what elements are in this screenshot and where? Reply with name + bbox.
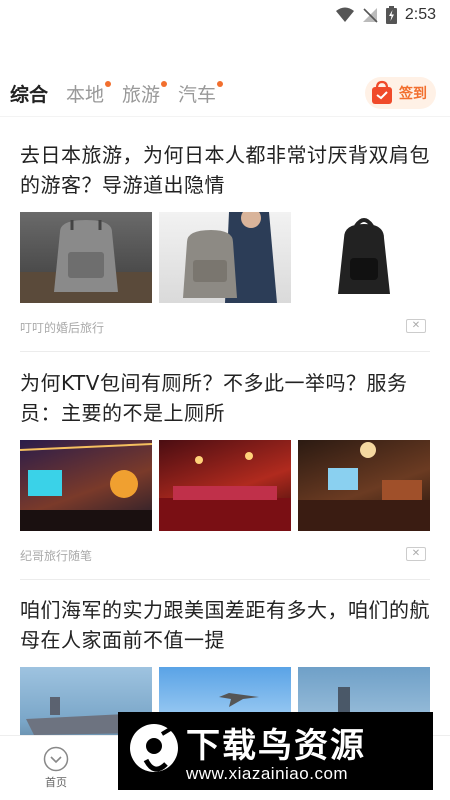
wifi-icon: [335, 7, 354, 22]
watermark-brand: 下载鸟资源: [186, 726, 366, 766]
watermark-url: www.xiazainiao.com: [186, 764, 349, 783]
gift-bag-icon: [372, 80, 392, 104]
dismiss-icon[interactable]: ✕: [406, 319, 426, 333]
news-item[interactable]: 去日本旅游，为何日本人都非常讨厌背双肩包的游客？导游道出隐情 叮叮的婚后旅行 ✕: [20, 140, 430, 335]
news-title[interactable]: 去日本旅游，为何日本人都非常讨厌背双肩包的游客？导游道出隐情: [20, 140, 430, 200]
tab-local[interactable]: 本地: [66, 80, 112, 110]
news-source: 叮叮的婚后旅行: [20, 321, 105, 335]
backpack-photo: [20, 212, 152, 303]
news-title[interactable]: 为何KTV包间有厕所？不多此一举吗？服务员：主要的不是上厕所: [20, 368, 430, 428]
nav-home[interactable]: 首页: [36, 746, 76, 790]
status-icons: 2:53: [335, 6, 436, 24]
ktv-room-photo: [159, 440, 291, 531]
status-bar: 2:53: [0, 0, 450, 32]
nav-home-label: 首页: [45, 776, 67, 789]
news-images: [20, 440, 430, 531]
checkin-label: 签到: [399, 86, 427, 102]
tab-cars[interactable]: 汽车: [178, 80, 224, 110]
item-divider: [20, 351, 430, 352]
news-meta: 叮叮的婚后旅行 ✕: [20, 317, 430, 335]
bird-logo-icon: [130, 724, 178, 772]
news-images: [20, 212, 430, 303]
new-dot: [105, 81, 112, 87]
item-divider: [20, 579, 430, 580]
tab-divider: [0, 116, 450, 117]
tab-general[interactable]: 综合: [10, 80, 48, 110]
watermark-banner: 下载鸟资源 www.xiazainiao.com: [118, 712, 433, 790]
dismiss-icon[interactable]: ✕: [406, 547, 426, 561]
news-source: 纪哥旅行随笔: [20, 549, 93, 563]
news-title[interactable]: 咱们海军的实力跟美国差距有多大，咱们的航母在人家面前不值一提: [20, 595, 430, 655]
checkin-button[interactable]: 签到: [365, 77, 436, 109]
tab-travel[interactable]: 旅游: [122, 80, 168, 110]
battery-charging-icon: [385, 6, 397, 24]
ktv-room-photo: [298, 440, 430, 531]
ktv-room-photo: [20, 440, 152, 531]
backpack-photo: [159, 212, 291, 303]
new-dot: [161, 81, 168, 87]
news-item[interactable]: 为何KTV包间有厕所？不多此一举吗？服务员：主要的不是上厕所 纪哥旅行随笔 ✕: [20, 368, 430, 563]
category-tabs: 综合 本地 旅游 汽车: [10, 76, 234, 110]
backpack-photo: [298, 212, 430, 303]
new-dot: [217, 81, 224, 87]
status-time: 2:53: [404, 6, 436, 23]
news-meta: 纪哥旅行随笔 ✕: [20, 545, 430, 563]
no-signal-icon: [362, 8, 378, 23]
home-icon: [43, 746, 69, 772]
